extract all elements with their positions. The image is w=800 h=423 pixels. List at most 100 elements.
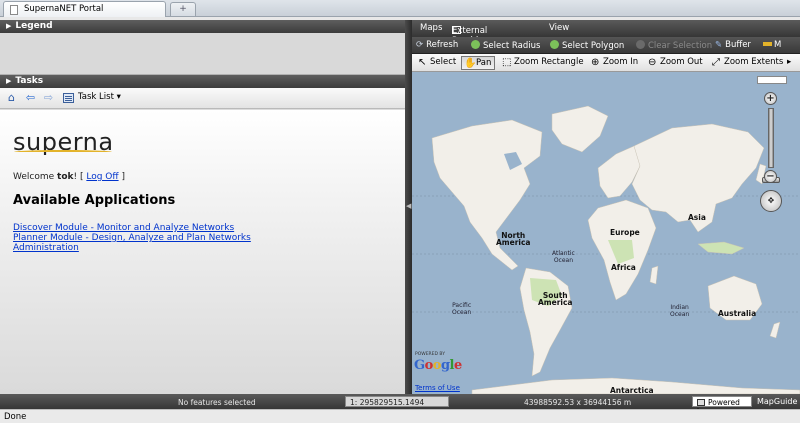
select-tool-label: Select: [430, 57, 457, 67]
label-indian-ocean: Indian Ocean: [670, 304, 690, 318]
map-toolbar-navigation: ↖ Select ✋ Pan ⬚ Zoom Rectangle ⊕ Zoom In ⊖ Z…: [412, 54, 800, 72]
zoom-minus-icon[interactable]: −: [764, 170, 777, 183]
map-view[interactable]: North America Europe Asia Africa South A…: [412, 72, 800, 394]
zoom-extents-label: Zoom Extents: [724, 57, 784, 67]
splitter-arrow-icon[interactable]: ◀: [406, 202, 411, 210]
clear-selection-label: Clear Selection: [648, 41, 713, 51]
toolbar-overflow-arrow-icon[interactable]: ▸: [784, 56, 794, 70]
task-list-button[interactable]: Task List ▾: [63, 92, 121, 105]
label-antarctica: Antarctica: [610, 386, 654, 394]
zoom-plus-icon[interactable]: +: [764, 92, 777, 105]
browser-tabstrip: SupernaNET Portal +: [0, 0, 800, 17]
label-australia: Australia: [718, 309, 757, 318]
select-polygon-button[interactable]: Select Polygon: [550, 40, 624, 51]
zoom-in-icon: ⊕: [591, 57, 600, 68]
zoom-track[interactable]: [768, 108, 774, 168]
coordinates-readout: 43988592.53 x 36944156 m: [524, 398, 632, 407]
powered-by-box: Powered by: [692, 396, 752, 416]
page-icon: [10, 5, 18, 15]
more-tools-button[interactable]: M: [763, 40, 781, 50]
zoom-rectangle-icon: ⬚: [502, 57, 512, 68]
select-polygon-label: Select Polygon: [562, 41, 625, 51]
welcome-prefix: Welcome: [13, 172, 58, 182]
task-list-label: Task List: [78, 92, 114, 102]
buffer-button[interactable]: ✎ Buffer: [715, 40, 751, 50]
select-radius-button[interactable]: Select Radius: [471, 40, 540, 51]
welcome-suffix: ]: [118, 172, 125, 182]
home-icon[interactable]: ⌂: [5, 92, 18, 104]
welcome-sep: ! [: [73, 172, 87, 182]
zoom-in-button[interactable]: ⊕ Zoom In: [589, 56, 641, 70]
google-logo: Google: [414, 358, 462, 373]
select-radius-label: Select Radius: [483, 41, 541, 51]
tasks-header[interactable]: ▶ Tasks: [0, 75, 405, 88]
app-links: Discover Module - Monitor and Analyze Ne…: [13, 223, 251, 253]
legend-body: [0, 33, 405, 75]
tasks-toolbar: ⌂ ⇦ ⇨ Task List ▾: [0, 88, 405, 109]
clear-selection-button[interactable]: Clear Selection: [636, 40, 712, 51]
refresh-button[interactable]: ⟳ Refresh: [416, 40, 458, 50]
planner-module-link[interactable]: Planner Module - Design, Analyze and Pla…: [13, 233, 251, 243]
label-africa: Africa: [611, 263, 636, 272]
pan-hand-icon: ✋: [464, 58, 477, 69]
scale-icon: 1:: [350, 398, 358, 407]
browser-tab[interactable]: SupernaNET Portal: [3, 1, 166, 17]
mapguide-icon: [697, 399, 705, 406]
mapguide-brand: MapGuide: [757, 397, 798, 406]
map-overview-box[interactable]: [757, 76, 787, 84]
dropdown-arrow-icon: ▾: [116, 92, 121, 102]
terms-of-use-link[interactable]: Terms of Use: [415, 384, 460, 392]
selection-status: No features selected: [178, 398, 256, 407]
pan-tool-button[interactable]: ✋ Pan: [461, 56, 496, 70]
list-icon: [63, 93, 74, 103]
label-pacific-ocean: Pacific Ocean: [452, 302, 472, 316]
scale-value: 295829515.1494: [359, 398, 425, 407]
zoom-extents-icon: ⤢: [712, 57, 720, 68]
map-panel: Maps External Providers View ⟳Refresh Se…: [412, 20, 800, 394]
zoom-slider[interactable]: + − ✥: [758, 84, 784, 216]
discover-module-link[interactable]: Discover Module - Monitor and Analyze Ne…: [13, 223, 251, 233]
select-arrow-icon: ↖: [418, 57, 427, 68]
scale-field[interactable]: 1: 295829515.1494: [345, 396, 449, 407]
new-tab-button[interactable]: +: [170, 2, 196, 16]
refresh-icon: ⟳: [416, 40, 424, 50]
logo-swoosh: [14, 150, 112, 154]
collapse-arrow-icon: ▶: [6, 77, 12, 85]
administration-link[interactable]: Administration: [13, 243, 251, 253]
select-radius-icon: [471, 40, 480, 49]
select-tool-button[interactable]: ↖ Select: [416, 56, 459, 70]
pan-control-icon[interactable]: ✥: [760, 190, 782, 212]
apps-title: Available Applications: [13, 193, 176, 208]
tasks-title: Tasks: [15, 76, 44, 86]
forward-arrow-icon[interactable]: ⇨: [42, 92, 55, 104]
more-tools-label: M: [774, 40, 782, 50]
zoom-rectangle-button[interactable]: ⬚ Zoom Rectangle: [500, 56, 587, 70]
label-north-america: North America: [496, 231, 531, 247]
label-atlantic-ocean: Atlantic Ocean: [552, 250, 575, 264]
panel-splitter[interactable]: ◀: [405, 20, 412, 394]
welcome-text: Welcome tok! [ Log Off ]: [13, 172, 125, 182]
menu-view[interactable]: View: [549, 23, 569, 33]
label-asia: Asia: [688, 213, 706, 222]
zoom-out-icon: ⊖: [648, 57, 657, 68]
zoom-out-button[interactable]: ⊖ Zoom Out: [646, 56, 706, 70]
powered-by-google-small: POWERED BY: [415, 352, 446, 357]
zoom-out-label: Zoom Out: [660, 57, 703, 67]
label-south-america: South America: [538, 291, 573, 307]
zoom-extents-button[interactable]: ⤢ Zoom Extents: [710, 56, 786, 70]
world-map[interactable]: [412, 72, 800, 394]
left-panel: ▶ Legend ▶ Tasks ⌂ ⇦ ⇨ Task List ▾ superna…: [0, 20, 405, 394]
log-off-link[interactable]: Log Off: [86, 172, 118, 182]
back-arrow-icon[interactable]: ⇦: [24, 92, 37, 104]
clear-selection-icon: [636, 40, 645, 49]
map-toolbar-selection: ⟳ Refresh Select Radius Select Polygon Cl…: [412, 37, 800, 54]
legend-header[interactable]: ▶ Legend: [0, 20, 405, 33]
label-europe: Europe: [610, 228, 640, 237]
zoom-in-label: Zoom In: [603, 57, 639, 67]
menu-maps[interactable]: Maps: [420, 23, 442, 33]
browser-tab-title: SupernaNET Portal: [24, 4, 104, 14]
legend-title: Legend: [15, 21, 53, 31]
buffer-label: Buffer: [725, 40, 751, 50]
select-polygon-icon: [550, 40, 559, 49]
pan-tool-label: Pan: [476, 58, 492, 68]
